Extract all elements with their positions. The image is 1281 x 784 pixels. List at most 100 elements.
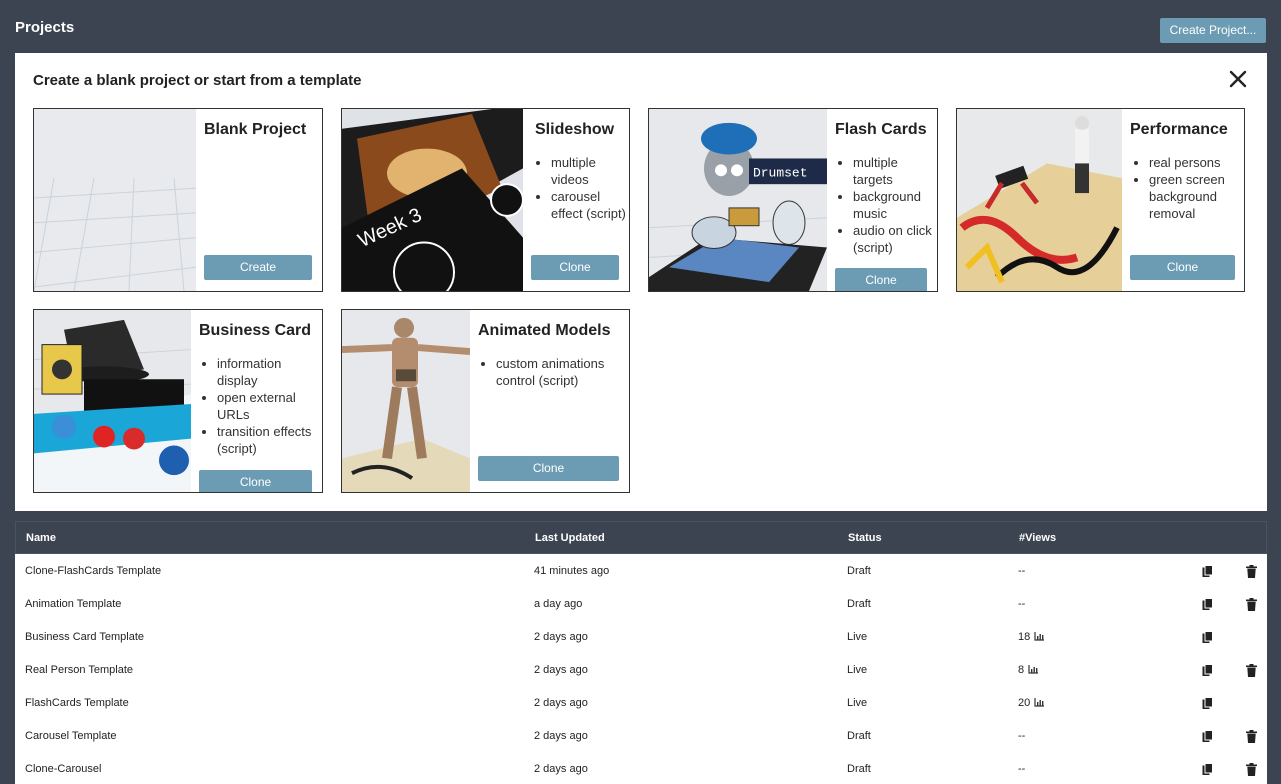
feature-item: green screen background removal [1149, 171, 1241, 222]
project-name[interactable]: Clone-FlashCards Template [25, 565, 161, 577]
status-text: Live [847, 631, 868, 643]
views-cell: 18 [1018, 631, 1045, 643]
copy-icon[interactable] [1202, 697, 1213, 710]
views-cell: 20 [1018, 697, 1045, 709]
views-count: 8 [1018, 664, 1025, 676]
feature-list: multiple videos carousel effect (script) [535, 154, 627, 222]
table-header: Name Last Updated Status #Views [15, 521, 1267, 554]
column-header-name[interactable]: Name [26, 532, 56, 544]
table-row[interactable]: Clone-FlashCards Template 41 minutes ago D… [15, 554, 1267, 587]
card-title: Flash Cards [835, 121, 927, 138]
slideshow-thumbnail: Week 3 [342, 109, 523, 291]
views-cell: 8 [1018, 664, 1039, 676]
feature-list: information display open external URLs t… [201, 355, 319, 457]
create-button[interactable]: Create [204, 255, 312, 280]
clone-button[interactable]: Clone [835, 268, 927, 291]
page-title: Projects [15, 19, 75, 36]
projects-table: Name Last Updated Status #Views Clone-Fl… [15, 521, 1267, 784]
close-icon[interactable] [1227, 68, 1249, 90]
clone-button[interactable]: Clone [199, 470, 312, 492]
card-business-card: Business Card information display open e… [33, 309, 323, 493]
project-name[interactable]: Clone-Carousel [25, 763, 101, 775]
table-row[interactable]: Business Card Template 2 days ago Live 18 [15, 620, 1267, 653]
feature-item: custom animations control (script) [496, 355, 620, 389]
card-performance: Performance real persons green screen ba… [956, 108, 1245, 292]
flash-cards-thumbnail: Drumset [649, 109, 827, 291]
feature-item: transition effects (script) [217, 423, 319, 457]
table-row[interactable]: Real Person Template 2 days ago Live 8 [15, 653, 1267, 686]
status-text: Draft [847, 730, 871, 742]
template-panel: Create a blank project or start from a t… [15, 53, 1267, 511]
blank-grid-thumbnail [34, 109, 196, 291]
feature-item: multiple videos [551, 154, 627, 188]
column-header-last-updated[interactable]: Last Updated [535, 532, 605, 544]
views-count: -- [1018, 598, 1026, 610]
performance-thumbnail [957, 109, 1122, 291]
card-title: Performance [1130, 121, 1228, 138]
trash-icon[interactable] [1246, 565, 1257, 578]
copy-icon[interactable] [1202, 664, 1213, 677]
views-cell: -- [1018, 763, 1025, 775]
copy-icon[interactable] [1202, 598, 1213, 611]
project-name[interactable]: Business Card Template [25, 631, 144, 643]
last-updated: 41 minutes ago [534, 565, 610, 577]
feature-item: multiple targets [853, 154, 937, 188]
views-count: -- [1018, 565, 1026, 577]
project-name[interactable]: Carousel Template [25, 730, 117, 742]
views-cell: -- [1018, 598, 1025, 610]
stats-chart-icon[interactable] [1034, 632, 1045, 641]
feature-item: open external URLs [217, 389, 319, 423]
views-cell: -- [1018, 565, 1025, 577]
status-text: Draft [847, 763, 871, 775]
table-row[interactable]: Clone-Carousel 2 days ago Draft -- [15, 752, 1267, 784]
animated-models-thumbnail [342, 310, 470, 492]
project-name[interactable]: Animation Template [25, 598, 121, 610]
stats-chart-icon[interactable] [1028, 665, 1039, 674]
views-count: 18 [1018, 631, 1031, 643]
project-name[interactable]: FlashCards Template [25, 697, 129, 709]
card-title: Slideshow [535, 121, 615, 138]
card-blank-project: Blank Project Create [33, 108, 323, 292]
copy-icon[interactable] [1202, 730, 1213, 743]
feature-item: audio on click (script) [853, 222, 937, 256]
feature-list: custom animations control (script) [480, 355, 620, 389]
card-title: Blank Project [204, 121, 307, 138]
stats-chart-icon[interactable] [1034, 698, 1045, 707]
views-count: -- [1018, 763, 1026, 775]
table-row[interactable]: Animation Template a day ago Draft -- [15, 587, 1267, 620]
copy-icon[interactable] [1202, 565, 1213, 578]
clone-button[interactable]: Clone [531, 255, 619, 280]
business-card-thumbnail [34, 310, 191, 492]
feature-item: carousel effect (script) [551, 188, 627, 222]
feature-item: information display [217, 355, 319, 389]
views-count: 20 [1018, 697, 1031, 709]
clone-button[interactable]: Clone [1130, 255, 1235, 280]
status-text: Live [847, 664, 868, 676]
trash-icon[interactable] [1246, 763, 1257, 776]
card-slideshow: Week 3 Slideshow multiple videos carouse… [341, 108, 630, 292]
trash-icon[interactable] [1246, 598, 1257, 611]
clone-button[interactable]: Clone [478, 456, 619, 481]
last-updated: 2 days ago [534, 763, 588, 775]
column-header-views[interactable]: #Views [1019, 532, 1056, 544]
drumset-label: Drumset [753, 165, 808, 180]
top-bar: Projects Create Project... [0, 0, 1281, 53]
trash-icon[interactable] [1246, 730, 1257, 743]
feature-list: real persons green screen background rem… [1133, 154, 1241, 222]
project-name[interactable]: Real Person Template [25, 664, 133, 676]
table-row[interactable]: FlashCards Template 2 days ago Live 20 [15, 686, 1267, 719]
last-updated: 2 days ago [534, 697, 588, 709]
copy-icon[interactable] [1202, 763, 1213, 776]
card-animated-models: Animated Models custom animations contro… [341, 309, 630, 493]
last-updated: a day ago [534, 598, 583, 610]
last-updated: 2 days ago [534, 631, 588, 643]
feature-item: real persons [1149, 154, 1241, 171]
column-header-status[interactable]: Status [848, 532, 882, 544]
card-title: Business Card [199, 322, 312, 339]
last-updated: 2 days ago [534, 664, 588, 676]
copy-icon[interactable] [1202, 631, 1213, 644]
views-count: -- [1018, 730, 1026, 742]
table-row[interactable]: Carousel Template 2 days ago Draft -- [15, 719, 1267, 752]
trash-icon[interactable] [1246, 664, 1257, 677]
create-project-button[interactable]: Create Project... [1160, 18, 1266, 43]
